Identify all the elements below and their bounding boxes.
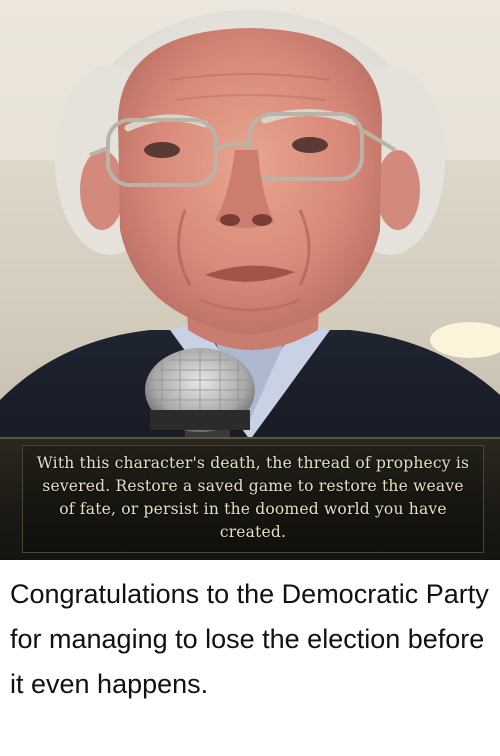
game-death-message-box: With this character's death, the thread … (0, 437, 500, 560)
post-text: Congratulations to the Democratic Party … (10, 579, 489, 699)
meme-caption: With this character's death, the thread … (36, 454, 470, 541)
caption-frame: With this character's death, the thread … (22, 445, 484, 553)
post-container: With this character's death, the thread … (0, 0, 500, 756)
meme-image: With this character's death, the thread … (0, 0, 500, 560)
